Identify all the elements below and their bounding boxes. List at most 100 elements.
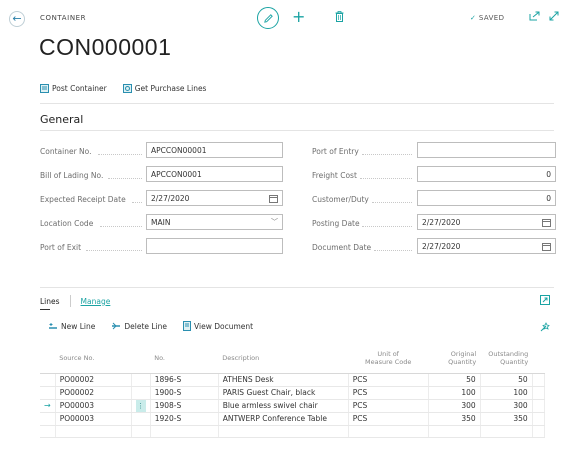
row-actions-icon[interactable]: ⋮ [135, 399, 146, 412]
source-no-cell[interactable]: PO00003 [55, 399, 132, 413]
uom-cell[interactable]: PCS [348, 386, 429, 400]
uom-cell[interactable] [348, 425, 429, 438]
source-no-cell[interactable] [55, 425, 132, 438]
edit-icon[interactable] [257, 7, 279, 29]
original-quantity-cell[interactable]: 300 [428, 399, 481, 413]
chevron-down-icon: ﹀ [271, 218, 278, 226]
expected-receipt-date-field[interactable]: 2/27/2020 [146, 190, 283, 206]
divider [40, 130, 554, 131]
source-no-cell[interactable]: PO00003 [55, 412, 132, 426]
column-header-uom[interactable]: Unit of Measure Code [348, 343, 429, 374]
description-cell[interactable]: ATHENS Desk [218, 373, 349, 387]
trailing-cell [532, 412, 545, 426]
action-bar: Post Container Get Purchase Lines [40, 84, 206, 93]
post-container-button[interactable]: Post Container [40, 84, 107, 93]
tab-manage[interactable]: Manage [81, 297, 111, 306]
original-quantity-cell[interactable] [428, 425, 481, 438]
table-row[interactable]: PO00002 1900-S PARIS Guest Chair, black … [40, 386, 545, 400]
document-date-field[interactable]: 2/27/2020 [417, 238, 556, 254]
column-header-uom-line2: Measure Code [365, 357, 412, 366]
calendar-icon[interactable] [542, 218, 551, 227]
bill-of-lading-field[interactable]: APCCON0001 [146, 166, 283, 182]
expected-receipt-date-label: Expected Receipt Date [40, 195, 126, 204]
post-container-label: Post Container [52, 84, 107, 93]
outstanding-quantity-cell[interactable]: 50 [480, 373, 533, 387]
outstanding-quantity-cell[interactable]: 100 [480, 386, 533, 400]
column-header-description[interactable]: Description [218, 343, 349, 374]
table-row[interactable]: PO00003 1920-S ANTWERP Conference Table … [40, 412, 545, 426]
leader-dots [132, 202, 142, 203]
row-menu-cell[interactable]: ⋮ [131, 399, 151, 413]
row-marker-cell: → [40, 399, 56, 413]
view-document-button[interactable]: View Document [183, 321, 253, 331]
table-row-empty[interactable] [40, 425, 545, 438]
original-quantity-cell[interactable]: 100 [428, 386, 481, 400]
calendar-icon[interactable] [542, 242, 551, 251]
back-arrow-icon[interactable]: ← [9, 11, 25, 27]
container-no-field[interactable]: APCCON00001 [146, 142, 283, 158]
original-quantity-cell[interactable]: 50 [428, 373, 481, 387]
no-cell[interactable] [150, 425, 219, 438]
calendar-icon[interactable] [269, 194, 278, 203]
trailing-column-header [532, 343, 545, 374]
open-in-window-icon[interactable] [540, 295, 550, 307]
no-cell[interactable]: 1896-S [150, 373, 219, 387]
column-header-source-no[interactable]: Source No. [55, 343, 132, 374]
uom-cell[interactable]: PCS [348, 399, 429, 413]
uom-cell[interactable]: PCS [348, 412, 429, 426]
leader-dots [362, 154, 412, 155]
personalize-icon[interactable] [540, 322, 551, 334]
table-row[interactable]: PO00002 1896-S ATHENS Desk PCS 50 50 [40, 373, 545, 387]
column-header-outstanding-quantity[interactable]: Outstanding Quantity [480, 343, 533, 374]
outstanding-quantity-cell[interactable]: 350 [480, 412, 533, 426]
port-of-exit-field[interactable] [146, 238, 283, 254]
leader-dots [108, 178, 142, 179]
document-date-label: Document Date [312, 243, 372, 252]
delete-line-button[interactable]: Delete Line [111, 321, 167, 331]
source-no-cell[interactable]: PO00002 [55, 386, 132, 400]
column-header-no[interactable]: No. [150, 343, 219, 374]
get-purchase-lines-button[interactable]: Get Purchase Lines [122, 84, 206, 93]
outstanding-quantity-cell[interactable]: 300 [480, 399, 533, 413]
lines-action-bar: New Line Delete Line View Document [48, 321, 253, 331]
description-cell[interactable]: Blue armless swivel chair [218, 399, 349, 413]
no-cell[interactable]: 1908-S [150, 399, 219, 413]
no-cell[interactable]: 1920-S [150, 412, 219, 426]
uom-cell[interactable]: PCS [348, 373, 429, 387]
trailing-cell [532, 386, 545, 400]
delete-line-label: Delete Line [124, 321, 168, 331]
column-header-original-quantity[interactable]: Original Quantity [428, 343, 481, 374]
container-no-label: Container No. [40, 147, 92, 156]
column-header-uom-line1: Unit of [377, 349, 399, 358]
table-row-current[interactable]: → PO00003 ⋮ 1908-S Blue armless swivel c… [40, 399, 545, 413]
share-icon[interactable] [529, 11, 540, 23]
tab-lines[interactable]: Lines [40, 297, 60, 306]
source-no-cell[interactable]: PO00002 [55, 373, 132, 387]
location-code-select[interactable]: MAIN ﹀ [146, 214, 283, 230]
expand-icon[interactable] [549, 11, 559, 23]
port-of-entry-label: Port of Entry [312, 147, 359, 156]
leader-dots [372, 202, 412, 203]
customer-duty-field[interactable]: 0 [417, 190, 556, 206]
saved-status: ✓ SAVED [470, 14, 504, 22]
new-line-button[interactable]: New Line [48, 321, 95, 331]
original-quantity-cell[interactable]: 350 [428, 412, 481, 426]
posting-date-field[interactable]: 2/27/2020 [417, 214, 556, 230]
new-line-label: New Line [61, 321, 96, 331]
no-cell[interactable]: 1900-S [150, 386, 219, 400]
port-of-exit-label: Port of Exit [40, 243, 82, 252]
saved-label: SAVED [478, 14, 505, 22]
description-cell[interactable] [218, 425, 349, 438]
freight-cost-field[interactable]: 0 [417, 166, 556, 182]
delete-icon[interactable] [335, 11, 344, 24]
plus-icon[interactable]: + [292, 7, 305, 26]
location-code-value: MAIN [151, 218, 171, 227]
column-header-original-line2: Quantity [448, 357, 477, 366]
description-cell[interactable]: PARIS Guest Chair, black [218, 386, 349, 400]
leader-dots [374, 250, 412, 251]
description-cell[interactable]: ANTWERP Conference Table [218, 412, 349, 426]
location-code-label: Location Code [40, 219, 94, 228]
row-menu-cell [131, 373, 151, 387]
outstanding-quantity-cell[interactable] [480, 425, 533, 438]
port-of-entry-field[interactable] [417, 142, 556, 158]
